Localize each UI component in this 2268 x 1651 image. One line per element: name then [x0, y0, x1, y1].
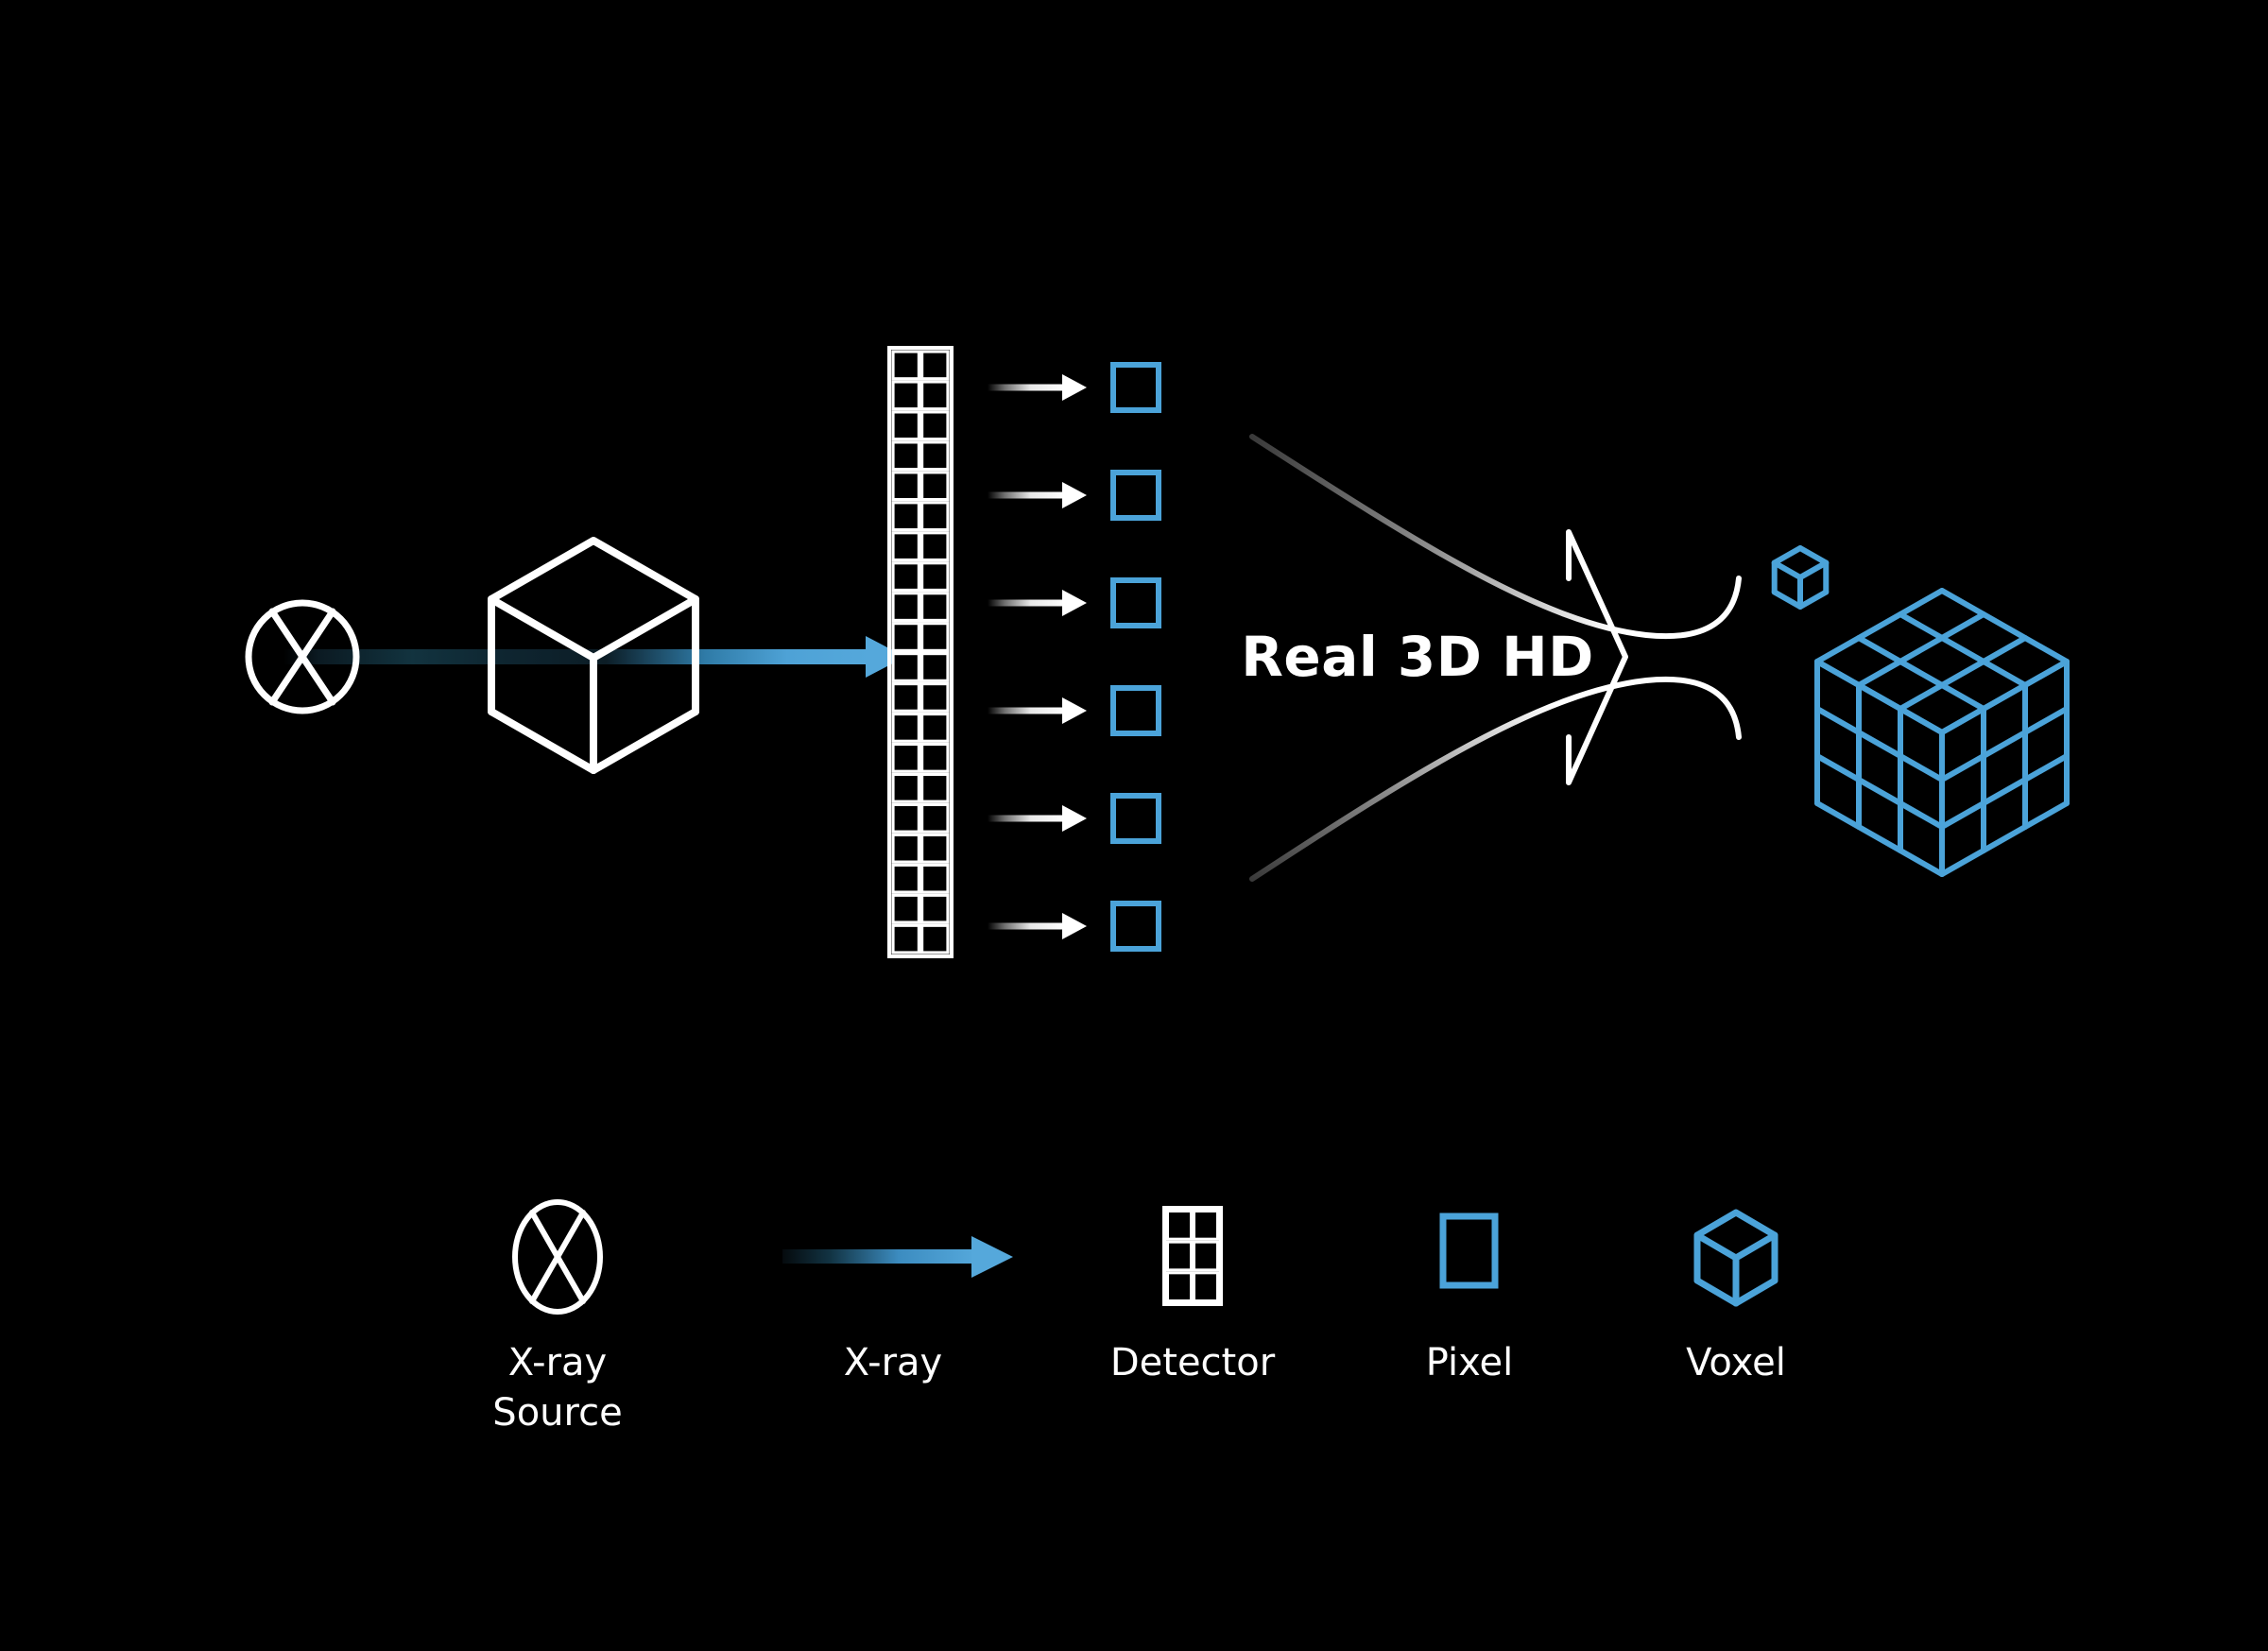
detector-cell: [919, 380, 950, 411]
detector-cell: [1166, 1271, 1193, 1303]
background: [0, 0, 2268, 1651]
detector-cell: [1193, 1240, 1219, 1272]
legend-label-line1: Detector: [1110, 1341, 1276, 1384]
detector-grid-icon: [1162, 1206, 1223, 1306]
detector-cell: [891, 651, 920, 682]
detector-cell: [919, 863, 950, 894]
detector-cell: [1166, 1240, 1193, 1272]
detector-cell: [891, 531, 920, 562]
detector-cell: [891, 561, 920, 593]
detector-cell: [919, 681, 950, 713]
detector-cell: [891, 712, 920, 743]
detector-cell: [919, 592, 950, 623]
detector-cell: [891, 410, 920, 441]
detector-cell: [919, 742, 950, 773]
detector-cell: [919, 772, 950, 803]
detector-cell: [919, 561, 950, 593]
transform-arrow-label: Real 3D HD: [1241, 625, 1594, 689]
detector-cell: [919, 350, 950, 381]
detector-cell: [919, 471, 950, 502]
diagram-canvas: Real 3D HD X-ray Source X-ray Detector P…: [0, 0, 2268, 1651]
detector-cell: [891, 893, 920, 924]
detector-cell: [891, 350, 920, 381]
detector-cell: [891, 742, 920, 773]
ray-arrow-shaft: [988, 491, 1066, 499]
detector-cell: [919, 651, 950, 682]
legend-label-line1: X-ray: [508, 1341, 607, 1384]
ray-arrow-shaft: [988, 815, 1066, 822]
detector-cell: [1193, 1210, 1219, 1241]
legend-label-line1: X-ray: [844, 1341, 942, 1384]
legend-label-line2: Source: [492, 1391, 622, 1435]
detector-cell: [919, 893, 950, 924]
detector-cell: [919, 923, 950, 954]
ray-arrow-shaft: [988, 707, 1066, 714]
legend-label-line1: Pixel: [1426, 1341, 1514, 1384]
detector-cell: [1193, 1271, 1219, 1303]
detector-cell: [919, 501, 950, 532]
detector-cell: [891, 440, 920, 472]
detector-cell: [891, 471, 920, 502]
detector-cell: [919, 833, 950, 864]
detector-cell: [891, 863, 920, 894]
detector-cell: [919, 410, 950, 441]
detector-cell: [891, 501, 920, 532]
ray-arrow-shaft: [988, 599, 1066, 607]
detector-cell: [919, 531, 950, 562]
detector-cell: [919, 622, 950, 653]
ct-imaging-diagram: Real 3D HD X-ray Source X-ray Detector P…: [0, 0, 2268, 1651]
detector-cell: [919, 712, 950, 743]
detector-cell: [891, 833, 920, 864]
ray-arrow-shaft: [988, 384, 1066, 391]
legend-label-line1: Voxel: [1686, 1341, 1786, 1384]
detector-cell: [919, 802, 950, 834]
detector-array: [887, 346, 954, 958]
detector-cell: [891, 772, 920, 803]
ray-arrow-shaft: [988, 922, 1066, 930]
detector-cell: [891, 802, 920, 834]
detector-cell: [891, 923, 920, 954]
detector-cell: [891, 592, 920, 623]
detector-cell: [891, 622, 920, 653]
detector-cell: [891, 681, 920, 713]
detector-cell: [891, 380, 920, 411]
detector-cell: [1166, 1210, 1193, 1241]
detector-cell: [919, 440, 950, 472]
